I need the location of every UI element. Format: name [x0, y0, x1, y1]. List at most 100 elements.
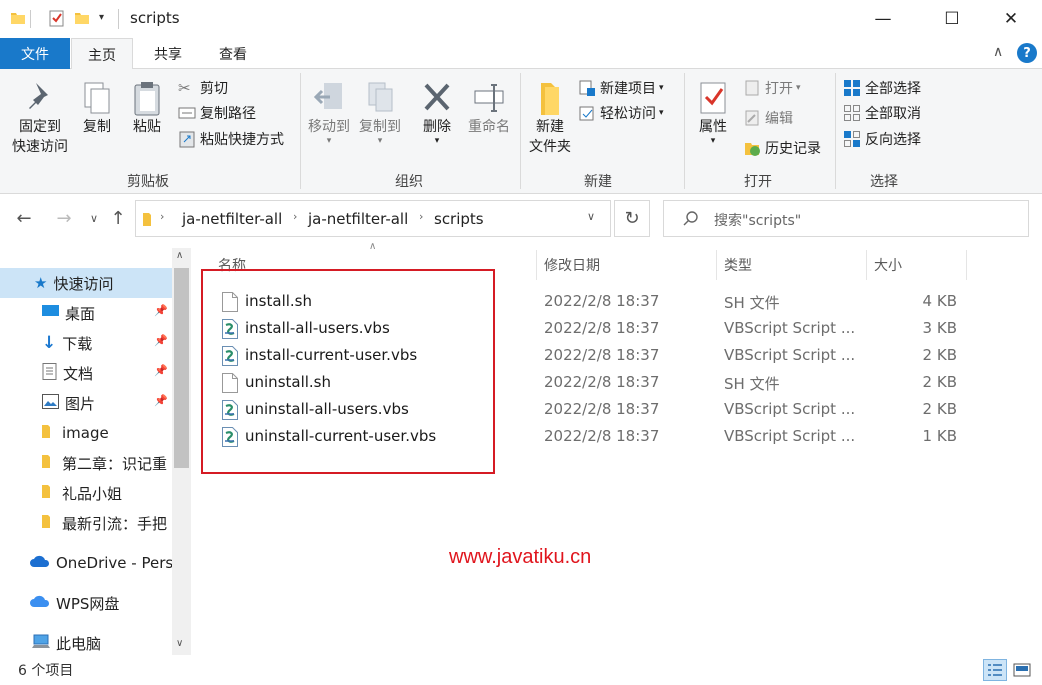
sidebar-item-documents[interactable]: 文档 📌 — [0, 358, 172, 388]
sidebar-item-onedrive[interactable]: OneDrive - Perso — [0, 548, 172, 578]
pin-icon — [29, 83, 48, 109]
new-folder-icon — [541, 83, 559, 115]
sidebar-item-wps-drive[interactable]: WPS网盘 — [0, 588, 172, 618]
large-icons-view-button[interactable] — [1010, 659, 1034, 681]
recent-locations-chevron-icon[interactable]: ∨ — [82, 206, 106, 230]
scroll-up-chevron-icon[interactable]: ∧ — [176, 250, 183, 261]
pin-icon[interactable]: 📌 — [154, 364, 168, 377]
delete-button[interactable]: 删除 ▾ — [417, 79, 457, 146]
sidebar-item-quick-access[interactable]: ★ 快速访问 — [0, 268, 172, 298]
cut-button[interactable]: ✂ 剪切 — [178, 75, 228, 101]
sidebar-item-desktop[interactable]: 桌面 📌 — [0, 298, 172, 328]
edit-button[interactable]: 编辑 — [743, 105, 793, 131]
breadcrumb-separator-icon[interactable]: › — [160, 210, 164, 223]
window-title: scripts — [130, 9, 180, 27]
search-icon — [682, 210, 700, 232]
copy-to-button[interactable]: 复制到 ▾ — [354, 79, 406, 146]
details-view-icon — [988, 664, 1002, 676]
folder-icon — [10, 10, 26, 30]
sidebar-item-gift-miss[interactable]: 礼品小姐 — [0, 478, 172, 508]
select-all-icon — [843, 79, 861, 97]
help-icon[interactable]: ? — [1017, 43, 1037, 63]
navigation-pane: ★ 快速访问 桌面 📌 ↓ 下载 📌 文档 📌 图片 📌 image 第二章：识… — [0, 248, 192, 655]
document-icon — [42, 362, 57, 384]
rename-button[interactable]: 重命名 — [463, 79, 515, 137]
column-header-size[interactable]: 大小 — [874, 252, 964, 278]
pin-icon[interactable]: 📌 — [154, 304, 168, 317]
select-none-button[interactable]: 全部取消 — [843, 100, 921, 126]
pin-to-quick-access-button[interactable]: 固定到 快速访问 — [6, 79, 74, 157]
breadcrumb-separator-icon[interactable]: › — [293, 210, 297, 223]
cloud-icon — [30, 554, 50, 572]
tab-view[interactable]: 查看 — [203, 38, 263, 69]
pin-icon[interactable]: 📌 — [154, 334, 168, 347]
customize-quick-access-icon[interactable]: ▾ — [99, 12, 104, 23]
file-size: 1 KB — [922, 427, 957, 445]
file-size: 2 KB — [922, 346, 957, 364]
edit-pencil-icon — [743, 109, 761, 127]
paste-button[interactable]: 粘贴 — [127, 79, 167, 137]
pin-icon[interactable]: 📌 — [154, 394, 168, 407]
collapse-ribbon-icon[interactable]: ∧ — [993, 44, 1003, 60]
folder-icon — [42, 483, 52, 503]
address-bar[interactable]: › ja-netfilter-all › ja-netfilter-all › … — [135, 200, 611, 237]
tab-file[interactable]: 文件 — [0, 38, 70, 69]
back-arrow-icon[interactable]: ← — [12, 206, 36, 230]
easy-access-button[interactable]: 轻松访问 ▾ — [578, 100, 664, 126]
new-item-button[interactable]: 新建项目 ▾ — [578, 75, 664, 101]
properties-icon — [700, 82, 726, 114]
details-view-button[interactable] — [983, 659, 1007, 681]
copy-button[interactable]: 复制 — [77, 79, 117, 137]
column-header-date[interactable]: 修改日期 — [544, 252, 714, 278]
invert-selection-button[interactable]: 反向选择 — [843, 126, 921, 152]
desktop-icon — [42, 304, 59, 322]
tab-home[interactable]: 主页 — [71, 38, 133, 70]
breadcrumb-item[interactable]: ja-netfilter-all — [308, 210, 408, 228]
sidebar-scroll-thumb[interactable] — [174, 268, 189, 468]
breadcrumb-item[interactable]: ja-netfilter-all — [182, 210, 282, 228]
star-icon: ★ — [34, 274, 48, 292]
breadcrumb-separator-icon[interactable]: › — [419, 210, 423, 223]
select-group-label: 选择 — [870, 174, 898, 190]
move-to-button[interactable]: 移动到 ▾ — [304, 79, 354, 146]
close-button[interactable]: ✕ — [988, 0, 1034, 38]
select-all-button[interactable]: 全部选择 — [843, 75, 921, 101]
search-input[interactable]: 搜索"scripts" — [663, 200, 1029, 237]
folder-icon — [42, 513, 52, 533]
new-folder-button[interactable]: 新建 文件夹 — [524, 79, 576, 157]
sort-ascending-icon: ∧ — [369, 241, 377, 252]
paste-shortcut-button[interactable]: 粘贴快捷方式 — [178, 126, 284, 152]
address-dropdown-chevron-icon[interactable]: ∨ — [587, 210, 595, 223]
scroll-down-chevron-icon[interactable]: ∨ — [176, 638, 183, 649]
new-folder-quick-icon[interactable] — [74, 10, 90, 30]
highlight-box — [201, 269, 495, 474]
sidebar-item-chapter-two[interactable]: 第二章：识记重 — [0, 448, 172, 478]
folder-icon — [42, 423, 52, 443]
folder-icon — [42, 453, 52, 473]
sidebar-item-image[interactable]: image — [0, 418, 172, 448]
maximize-button[interactable]: ☐ — [929, 0, 975, 38]
sidebar-item-pictures[interactable]: 图片 📌 — [0, 388, 172, 418]
properties-button[interactable]: 属性 ▾ — [690, 79, 736, 146]
file-date: 2022/2/8 18:37 — [544, 373, 660, 391]
properties-quick-icon[interactable] — [48, 9, 66, 31]
file-size: 4 KB — [922, 292, 957, 310]
open-button[interactable]: 打开 ▾ — [743, 75, 801, 101]
tab-share[interactable]: 共享 — [138, 38, 198, 69]
easy-access-icon — [578, 104, 596, 122]
minimize-button[interactable]: — — [860, 0, 906, 38]
ribbon: 固定到 快速访问 复制 粘贴 ✂ 剪切 复制路径 粘贴快捷方式 剪贴板 移动到 ▾ — [0, 69, 1042, 194]
sidebar-item-this-pc[interactable]: 此电脑 — [0, 628, 172, 658]
up-arrow-icon[interactable]: ↑ — [106, 206, 130, 230]
forward-arrow-icon[interactable]: → — [52, 206, 76, 230]
refresh-icon[interactable]: ↻ — [614, 200, 650, 237]
history-button[interactable]: 历史记录 — [743, 135, 821, 161]
sidebar-item-downloads[interactable]: ↓ 下载 📌 — [0, 328, 172, 358]
copy-path-button[interactable]: 复制路径 — [178, 100, 256, 126]
file-size: 2 KB — [922, 400, 957, 418]
breadcrumb-item[interactable]: scripts — [434, 210, 484, 228]
column-header-type[interactable]: 类型 — [724, 252, 864, 278]
open-icon — [743, 79, 761, 97]
sidebar-item-latest-traffic[interactable]: 最新引流：手把 — [0, 508, 172, 538]
copy-icon — [84, 82, 110, 114]
